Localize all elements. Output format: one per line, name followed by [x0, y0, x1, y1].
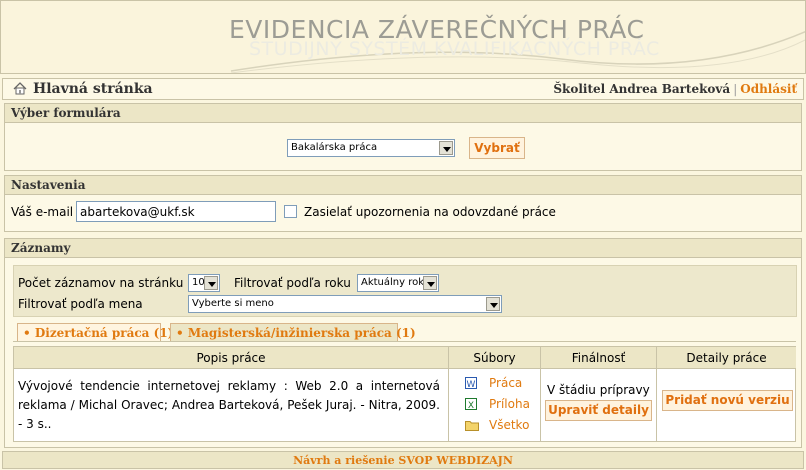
records-table: Popis práce Súbory Finálnosť Detaily prá…	[13, 346, 796, 442]
form-type-value: Bakalárska práca	[291, 142, 378, 153]
tab-master[interactable]: • Magisterská/inžinierska práca (1)	[170, 323, 416, 341]
per-page-select[interactable]: 10	[188, 274, 220, 292]
top-bar: Hlavná stránka Školitel Andrea Barteková…	[2, 78, 804, 100]
page-title: Hlavná stránka	[33, 81, 153, 97]
file-link-all-label: Všetko	[489, 418, 530, 432]
chevron-down-icon	[486, 297, 500, 311]
column-header-files: Súbory	[449, 347, 541, 369]
file-link-attachment-label: Príloha	[489, 397, 530, 411]
records-section: Záznamy Počet záznamov na stránku 10 Fil…	[4, 238, 802, 448]
select-form-button[interactable]: Vybrať	[469, 137, 525, 159]
table-row-details: Pridať novú verziu	[657, 369, 796, 442]
form-select-section: Výber formulára Bakalárska práca Vybrať	[4, 103, 802, 171]
user-info: Školitel Andrea Barteková | Odhlásiť	[553, 82, 797, 96]
column-header-details: Detaily práce	[657, 347, 796, 369]
chevron-down-icon	[204, 276, 218, 290]
excel-document-icon: X	[465, 398, 477, 410]
name-filter-label: Filtrovať podľa mena	[18, 297, 143, 311]
banner: ŠTUDIJNÝ SYSTÉM KVALIFIKAČNÝCH PRÁC EVID…	[0, 0, 806, 74]
notify-label: Zasielať upozornenia na odovzdané práce	[304, 205, 556, 219]
name-filter-select[interactable]: Vyberte si meno	[188, 295, 502, 313]
per-page-label: Počet záznamov na stránku	[18, 276, 184, 290]
svg-text:X: X	[468, 401, 474, 410]
column-header-finality: Finálnosť	[541, 347, 657, 369]
add-version-button[interactable]: Pridať novú verziu	[662, 390, 793, 411]
status-text: V štádiu prípravy	[547, 383, 650, 397]
form-type-select[interactable]: Bakalárska práca	[287, 139, 455, 157]
table-row-description: Vývojové tendencie internetovej reklamy …	[14, 369, 449, 442]
folder-icon	[465, 421, 479, 431]
word-document-icon: W	[465, 377, 477, 389]
edit-details-button[interactable]: Upraviť detaily	[545, 400, 652, 421]
description-text: Vývojové tendencie internetovej reklamy …	[18, 379, 440, 431]
table-row-files: W Práca X Príloha Všetko	[449, 369, 541, 442]
chevron-down-icon	[423, 276, 437, 290]
year-filter-label: Filtrovať podľa roku	[234, 276, 351, 290]
settings-section: Nastavenia Váš e-mail abartekova@ukf.sk …	[4, 175, 802, 232]
table-row-finality: V štádiu prípravy Upraviť detaily	[541, 369, 657, 442]
file-link-work-label: Práca	[489, 376, 523, 390]
year-filter-value: Aktuálny rok	[361, 277, 425, 288]
separator: |	[733, 82, 738, 96]
filter-box: Počet záznamov na stránku 10 Filtrovať p…	[13, 265, 797, 317]
column-header-description: Popis práce	[14, 347, 449, 369]
tab-divider	[13, 341, 796, 342]
email-label: Váš e-mail	[11, 205, 74, 219]
user-name: Školitel Andrea Barteková	[553, 82, 731, 96]
notify-checkbox[interactable]	[284, 205, 297, 218]
settings-heading: Nastavenia	[5, 176, 801, 195]
home-icon[interactable]	[13, 82, 27, 95]
name-filter-value: Vyberte si meno	[192, 298, 274, 309]
records-heading: Záznamy	[5, 239, 801, 258]
form-select-heading: Výber formulára	[5, 104, 801, 123]
email-field[interactable]: abartekova@ukf.sk	[76, 201, 276, 222]
per-page-value: 10	[192, 277, 205, 288]
tab-dissertation[interactable]: • Dizertačná práca (1)	[17, 323, 173, 341]
footer: Návrh a riešenie SVOP WEBDIZAJN	[2, 451, 804, 469]
chevron-down-icon	[439, 141, 453, 155]
year-filter-select[interactable]: Aktuálny rok	[357, 274, 439, 292]
banner-title: EVIDENCIA ZÁVEREČNÝCH PRÁC	[229, 15, 645, 44]
logout-link[interactable]: Odhlásiť	[740, 82, 797, 96]
svg-text:W: W	[467, 380, 476, 389]
